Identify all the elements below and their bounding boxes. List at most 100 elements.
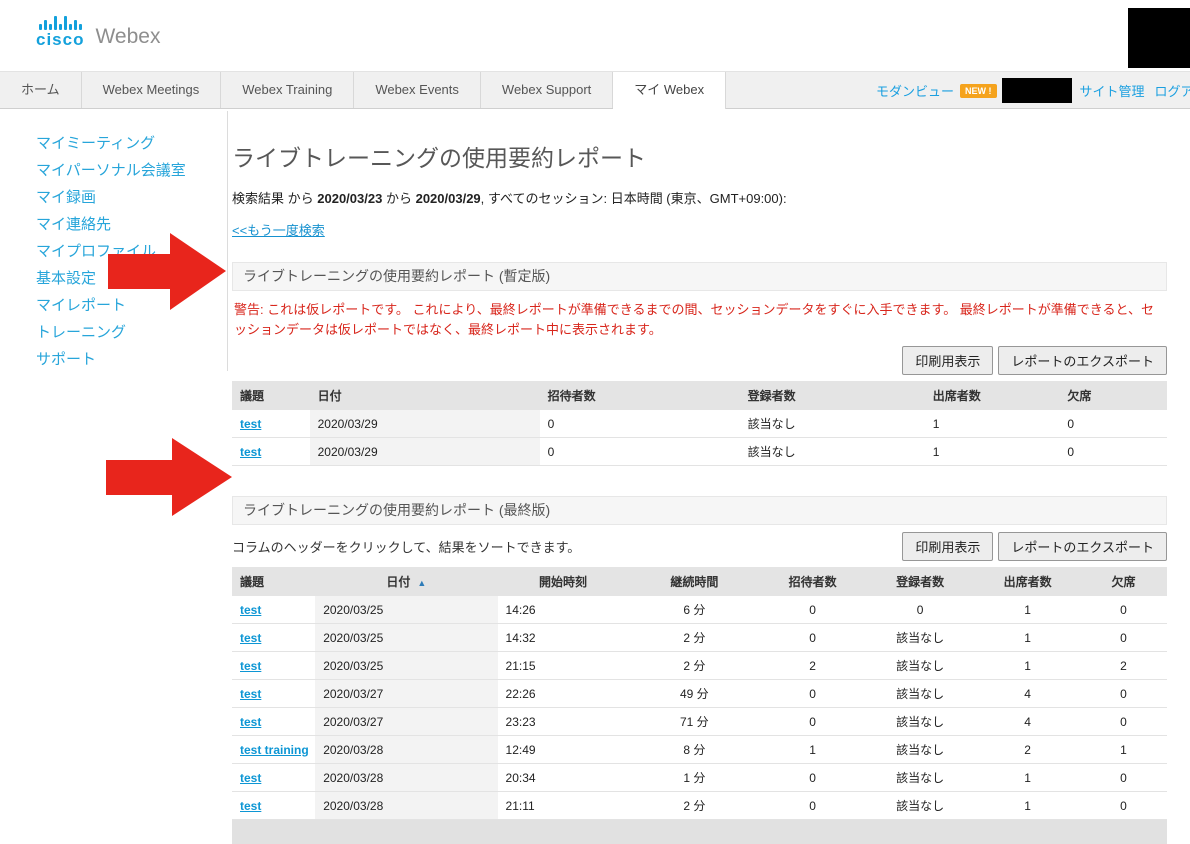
nav-tab-4[interactable]: Webex Support <box>481 72 613 108</box>
print-view-button[interactable]: 印刷用表示 <box>902 532 993 561</box>
data-cell: 0 <box>1059 410 1167 438</box>
data-cell: 2 <box>975 736 1080 764</box>
nav-tab-5[interactable]: マイ Webex <box>613 72 726 109</box>
session-topic-link[interactable]: test <box>240 417 261 431</box>
sidebar-link-1[interactable]: マイパーソナル会議室 <box>36 162 186 179</box>
sidebar-link-3[interactable]: マイ連絡先 <box>36 216 111 233</box>
data-cell: 21:15 <box>498 652 629 680</box>
sidebar-link-0[interactable]: マイミーティング <box>36 135 155 152</box>
webex-wordmark: Webex <box>95 25 160 48</box>
export-report-button[interactable]: レポートのエクスポート <box>998 532 1167 561</box>
sidebar-link-5[interactable]: 基本設定 <box>36 270 96 287</box>
session-topic-link[interactable]: test <box>240 445 261 459</box>
data-cell: 2020/03/28 <box>315 792 497 820</box>
column-header-5[interactable]: 登録者数 <box>865 567 975 596</box>
data-cell: 49 分 <box>628 680 760 708</box>
topic-cell: test <box>232 438 310 466</box>
red-arrow-annotation-final <box>106 436 234 518</box>
topic-cell: test training <box>232 736 315 764</box>
table-row: test training2020/03/2812:498 分1該当なし21 <box>232 736 1167 764</box>
data-cell: 2020/03/29 <box>310 410 540 438</box>
cisco-webex-logo: cisco Webex <box>36 16 160 48</box>
column-header-1[interactable]: 日付▲ <box>315 567 497 596</box>
session-topic-link[interactable]: test <box>240 799 261 813</box>
nav-tab-3[interactable]: Webex Events <box>354 72 481 108</box>
table-row: test2020/03/2723:2371 分0該当なし40 <box>232 708 1167 736</box>
export-report-button[interactable]: レポートのエクスポート <box>998 346 1167 375</box>
session-topic-link[interactable]: test <box>240 659 261 673</box>
session-topic-link[interactable]: test <box>240 603 261 617</box>
column-header-4[interactable]: 招待者数 <box>760 567 865 596</box>
session-topic-link[interactable]: test <box>240 631 261 645</box>
data-cell: 1 <box>975 764 1080 792</box>
data-cell: 該当なし <box>740 410 925 438</box>
column-header-4: 出席者数 <box>925 381 1060 410</box>
table-footer-bar <box>232 820 1167 844</box>
topic-cell: test <box>232 596 315 624</box>
column-header-3[interactable]: 継続時間 <box>628 567 760 596</box>
data-cell: 4 <box>975 708 1080 736</box>
column-header-6[interactable]: 出席者数 <box>975 567 1080 596</box>
site-admin-link[interactable]: サイト管理 <box>1080 81 1145 100</box>
data-cell: 該当なし <box>865 792 975 820</box>
new-badge: NEW ! <box>960 84 997 98</box>
table-header-row: 議題日付▲開始時刻継続時間招待者数登録者数出席者数欠席 <box>232 567 1167 596</box>
session-topic-link[interactable]: test training <box>240 743 309 757</box>
sidebar-link-6[interactable]: マイレポート <box>36 297 126 314</box>
session-topic-link[interactable]: test <box>240 687 261 701</box>
search-to-date: 2020/03/29 <box>416 191 481 206</box>
search-again-link[interactable]: <<もう一度検索 <box>232 220 325 239</box>
data-cell: 2020/03/28 <box>315 764 497 792</box>
sidebar-link-4[interactable]: マイプロファイル <box>36 243 156 260</box>
nav-tab-2[interactable]: Webex Training <box>221 72 354 108</box>
column-header-7[interactable]: 欠席 <box>1080 567 1167 596</box>
data-cell: 0 <box>760 624 865 652</box>
sidebar-item-6: マイレポート <box>36 294 227 321</box>
modern-view-link[interactable]: モダンビュー <box>876 81 954 100</box>
sidebar: マイミーティングマイパーソナル会議室マイ録画マイ連絡先マイプロファイル基本設定マ… <box>0 111 228 371</box>
column-header-0[interactable]: 議題 <box>232 567 315 596</box>
data-cell: 1 <box>975 624 1080 652</box>
sidebar-link-7[interactable]: トレーニング <box>36 324 126 341</box>
print-view-button[interactable]: 印刷用表示 <box>902 346 993 375</box>
topic-cell: test <box>232 652 315 680</box>
top-header: cisco Webex <box>0 0 1190 71</box>
data-cell: 12:49 <box>498 736 629 764</box>
column-header-5: 欠席 <box>1059 381 1167 410</box>
final-report-actions: コラムのヘッダーをクリックして、結果をソートできます。 印刷用表示 レポートのエ… <box>232 532 1167 561</box>
table-row: test2020/03/2722:2649 分0該当なし40 <box>232 680 1167 708</box>
table-row: test2020/03/2514:266 分0010 <box>232 596 1167 624</box>
data-cell: 該当なし <box>865 652 975 680</box>
final-report-section: ライブトレーニングの使用要約レポート (最終版) コラムのヘッダーをクリックして… <box>232 496 1167 844</box>
data-cell: 0 <box>1080 680 1167 708</box>
data-cell: 0 <box>760 708 865 736</box>
data-cell: 2 <box>1080 652 1167 680</box>
data-cell: 0 <box>760 764 865 792</box>
sidebar-item-2: マイ録画 <box>36 186 227 213</box>
session-topic-link[interactable]: test <box>240 771 261 785</box>
data-cell: 2020/03/25 <box>315 624 497 652</box>
data-cell: 71 分 <box>628 708 760 736</box>
session-topic-link[interactable]: test <box>240 715 261 729</box>
column-header-1: 日付 <box>310 381 540 410</box>
data-cell: 2020/03/27 <box>315 708 497 736</box>
logout-link[interactable]: ログアウト <box>1155 81 1190 100</box>
table-row: test2020/03/290該当なし10 <box>232 410 1167 438</box>
table-row: test2020/03/2820:341 分0該当なし10 <box>232 764 1167 792</box>
search-summary-prefix: 検索結果 から <box>232 191 314 206</box>
data-cell: 0 <box>1080 596 1167 624</box>
nav-tab-1[interactable]: Webex Meetings <box>82 72 222 108</box>
table-row: test2020/03/2521:152 分2該当なし12 <box>232 652 1167 680</box>
search-summary-suffix: , すべてのセッション: 日本時間 (東京、GMT+09:00): <box>481 191 787 206</box>
sidebar-item-8: サポート <box>36 348 227 375</box>
data-cell: 1 <box>975 792 1080 820</box>
cisco-logo-icon: cisco <box>36 16 84 48</box>
sidebar-item-7: トレーニング <box>36 321 227 348</box>
sidebar-link-2[interactable]: マイ録画 <box>36 189 96 206</box>
column-header-2[interactable]: 開始時刻 <box>498 567 629 596</box>
data-cell: 該当なし <box>740 438 925 466</box>
nav-tab-0[interactable]: ホーム <box>0 72 82 108</box>
sidebar-link-8[interactable]: サポート <box>36 351 96 368</box>
search-summary: 検索結果 から 2020/03/23 から 2020/03/29, すべてのセッ… <box>232 190 1167 208</box>
data-cell: 2020/03/29 <box>310 438 540 466</box>
